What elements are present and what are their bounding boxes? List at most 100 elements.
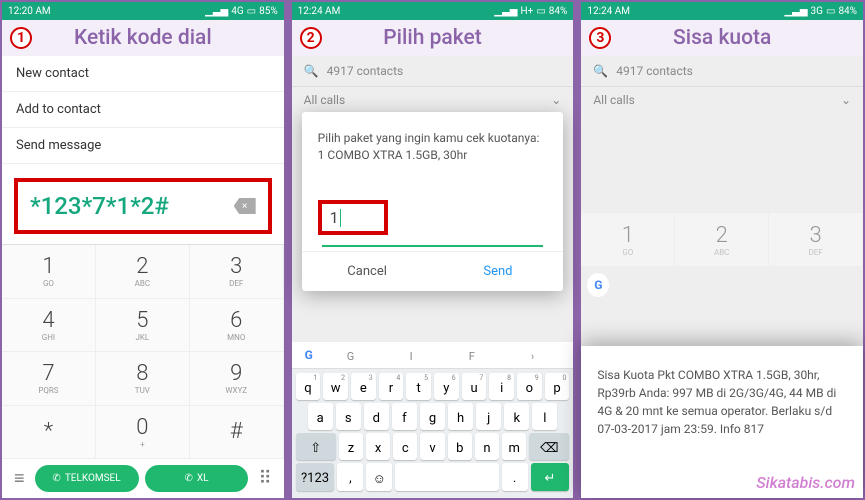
dialer-key-1[interactable]: 1GO — [2, 245, 96, 299]
key-e[interactable]: 3e — [351, 373, 376, 400]
popup-message: Pilih paket yang ingin kamu cek kuotanya… — [318, 130, 548, 164]
key-z[interactable]: z — [339, 433, 363, 460]
send-button[interactable]: Send — [433, 252, 564, 291]
emoji-key[interactable]: ☺ — [366, 463, 392, 491]
screen-2: 12:24 AM ▁▃▅ H+ ▭ 84% 2 Pilih paket 🔍 49… — [290, 0, 576, 500]
backspace-key[interactable]: ⌫ — [529, 433, 569, 460]
dialer-key-#[interactable]: # — [190, 406, 284, 460]
search-icon: 🔍 — [304, 64, 319, 78]
dialer-key-0[interactable]: 0+ — [96, 406, 190, 460]
key-p[interactable]: 0p — [545, 373, 570, 400]
network-type: 3G — [811, 6, 823, 17]
key-u[interactable]: 7u — [462, 373, 487, 400]
battery-pct: 84% — [838, 6, 857, 17]
key-t[interactable]: 5t — [406, 373, 431, 400]
shift-key[interactable]: ⇧ — [296, 433, 336, 460]
key-b[interactable]: b — [448, 433, 472, 460]
dialer-key-4[interactable]: 4GHI — [2, 299, 96, 353]
dialer-key-9[interactable]: 9WXYZ — [190, 352, 284, 406]
key-v[interactable]: v — [420, 433, 444, 460]
ussd-input[interactable]: 1 — [330, 208, 341, 227]
chevron-right-icon[interactable]: › — [504, 350, 562, 363]
keyboard-suggestion-bar: G G I F › — [292, 342, 574, 369]
quick-key[interactable]: F — [443, 350, 501, 363]
dialer-bottom-bar: ≡ ✆ TELKOMSEL ✆ XL ⠿ — [2, 459, 284, 498]
space-key[interactable] — [395, 463, 498, 491]
signal-icon: ▁▃▅ — [494, 6, 517, 17]
key-q[interactable]: 1q — [296, 373, 321, 400]
quick-key[interactable]: I — [382, 350, 440, 363]
key-y[interactable]: 6y — [434, 373, 459, 400]
ussd-popup: Pilih paket yang ingin kamu cek kuotanya… — [302, 112, 564, 291]
key-n[interactable]: n — [475, 433, 499, 460]
step-number: 2 — [300, 27, 322, 49]
key-h[interactable]: h — [448, 403, 473, 430]
key-c[interactable]: c — [393, 433, 417, 460]
key-l[interactable]: l — [532, 403, 557, 430]
ussd-code: *123*7*1*2# — [30, 192, 169, 220]
network-type: 4G — [231, 6, 243, 17]
key-j[interactable]: j — [476, 403, 501, 430]
key-i[interactable]: 8i — [489, 373, 514, 400]
contacts-search[interactable]: 🔍 4917 contacts — [292, 56, 574, 86]
phone-icon: ✆ — [184, 473, 192, 484]
step-title-bar: 2 Pilih paket — [292, 20, 574, 56]
soft-keyboard: G G I F › 1q2w3e4r5t6y7u8i9o0p asdfghjkl… — [292, 342, 574, 498]
signal-icon: ▁▃▅ — [784, 6, 807, 17]
watermark: Sikatabis.com — [756, 473, 855, 492]
contacts-search[interactable]: 🔍 4917 contacts — [581, 56, 863, 86]
ussd-result-popup: Sisa Kuota Pkt COMBO XTRA 1.5GB, 30hr, R… — [581, 346, 863, 498]
signal-icon: ▁▃▅ — [205, 6, 228, 17]
dialer-key-7[interactable]: 7PQRS — [2, 352, 96, 406]
quota-result-text: Sisa Kuota Pkt COMBO XTRA 1.5GB, 30hr, R… — [597, 366, 847, 438]
screen-3: 12:24 AM ▁▃▅ 3G ▭ 84% 3 Sisa kuota 🔍 491… — [579, 0, 865, 500]
period-key[interactable]: . — [502, 463, 528, 491]
key-f[interactable]: f — [392, 403, 417, 430]
status-bar: 12:20 AM ▁▃▅ 4G ▭ 85% — [2, 2, 284, 20]
comma-key[interactable]: , — [337, 463, 363, 491]
dial-display: *123*7*1*2# × — [14, 178, 272, 234]
battery-icon: ▭ — [826, 6, 835, 17]
dialer-key-8[interactable]: 8TUV — [96, 352, 190, 406]
key-w[interactable]: 2w — [323, 373, 348, 400]
menu-send-message[interactable]: Send message — [2, 128, 284, 164]
backspace-icon[interactable]: × — [234, 198, 256, 214]
key-k[interactable]: k — [504, 403, 529, 430]
dialer-key-6[interactable]: 6MNO — [190, 299, 284, 353]
step-title-bar: 1 Ketik kode dial — [2, 20, 284, 56]
dialer-key-5[interactable]: 5JKL — [96, 299, 190, 353]
battery-pct: 84% — [549, 6, 568, 17]
key-o[interactable]: 9o — [517, 373, 542, 400]
enter-key[interactable]: ↵ — [531, 463, 570, 491]
key-m[interactable]: m — [502, 433, 526, 460]
key-r[interactable]: 4r — [379, 373, 404, 400]
symbols-key[interactable]: ?123 — [296, 463, 335, 491]
battery-icon: ▭ — [536, 6, 545, 17]
dialer-key-2[interactable]: 2ABC — [96, 245, 190, 299]
call-telkomsel-button[interactable]: ✆ TELKOMSEL — [35, 465, 139, 492]
key-x[interactable]: x — [366, 433, 390, 460]
menu-icon[interactable]: ≡ — [10, 468, 29, 489]
menu-add-to-contact[interactable]: Add to contact — [2, 92, 284, 128]
dialer-key-*[interactable]: * — [2, 406, 96, 460]
search-icon: 🔍 — [593, 64, 608, 78]
key-g[interactable]: g — [420, 403, 445, 430]
calls-filter[interactable]: All calls ⌄ — [292, 86, 574, 113]
battery-icon: ▭ — [247, 6, 256, 17]
step-title: Sisa kuota — [673, 26, 771, 50]
key-d[interactable]: d — [364, 403, 389, 430]
key-s[interactable]: s — [336, 403, 361, 430]
dialer-key-3[interactable]: 3DEF — [190, 245, 284, 299]
calls-filter[interactable]: All calls ⌄ — [581, 86, 863, 113]
google-icon[interactable]: G — [300, 346, 318, 364]
quick-key[interactable]: G — [322, 350, 380, 363]
input-highlight-box: 1 — [318, 200, 388, 236]
dialpad-icon[interactable]: ⠿ — [254, 468, 275, 489]
menu-new-contact[interactable]: New contact — [2, 56, 284, 92]
battery-pct: 85% — [259, 6, 278, 17]
call-xl-button[interactable]: ✆ XL — [145, 465, 249, 492]
phone-icon: ✆ — [52, 473, 60, 484]
status-time: 12:24 AM — [587, 6, 630, 17]
cancel-button[interactable]: Cancel — [302, 252, 433, 291]
key-a[interactable]: a — [308, 403, 333, 430]
